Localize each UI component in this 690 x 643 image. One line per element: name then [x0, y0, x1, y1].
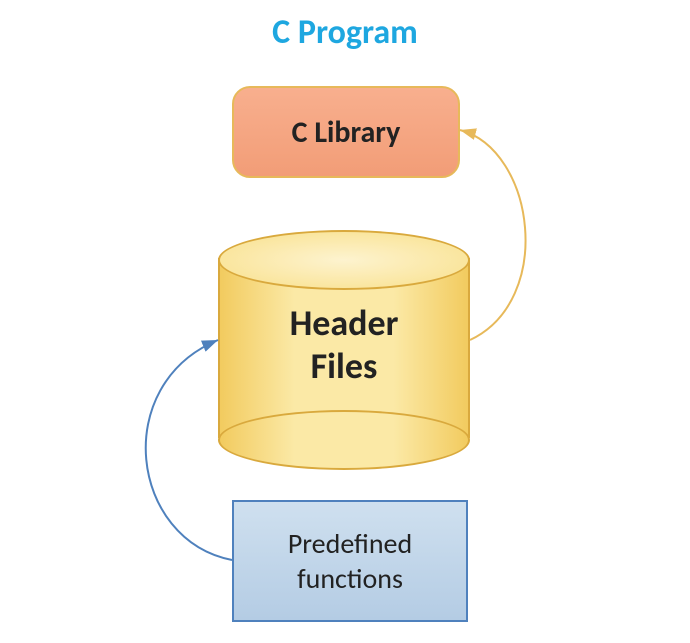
- cylinder-bottom: [218, 410, 470, 470]
- header-files-label: Header Files: [218, 302, 470, 388]
- cylinder-top: [218, 230, 470, 290]
- functions-line2: functions: [297, 561, 403, 596]
- library-label: C Library: [292, 114, 401, 151]
- header-files-line2: Files: [311, 344, 378, 388]
- diagram-title: C Program: [0, 12, 690, 53]
- predefined-functions-node: Predefined functions: [232, 500, 468, 622]
- library-node: C Library: [232, 86, 460, 178]
- header-files-line1: Header: [290, 301, 399, 345]
- header-files-node: Header Files: [218, 230, 470, 460]
- functions-line1: Predefined: [288, 526, 412, 561]
